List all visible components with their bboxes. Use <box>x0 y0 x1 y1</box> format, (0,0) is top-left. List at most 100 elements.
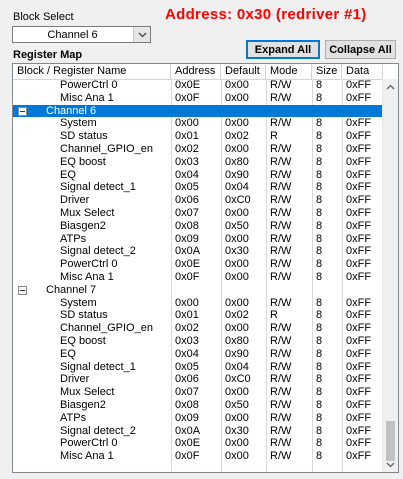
table-row[interactable]: System 0x00 0x00 R/W 8 0xFF <box>13 117 383 130</box>
table-row[interactable]: SD status 0x01 0x02 R 8 0xFF <box>13 309 383 322</box>
vertical-scrollbar[interactable] <box>382 79 398 472</box>
arrow-up-icon[interactable] <box>383 79 398 94</box>
column-header-address[interactable]: Address <box>171 64 221 79</box>
table-row[interactable]: Mux Select 0x07 0x00 R/W 8 0xFF <box>13 207 383 220</box>
register-data: 0xFF <box>346 270 372 283</box>
register-address: 0x05 <box>175 360 199 373</box>
table-row[interactable]: PowerCtrl 0 0x0E 0x00 R/W 8 0xFF <box>13 437 383 450</box>
table-row[interactable]: Signal detect_2 0x0A 0x30 R/W 8 0xFF <box>13 425 383 438</box>
table-row[interactable]: Driver 0x06 0xC0 R/W 8 0xFF <box>13 373 383 386</box>
register-mode: R/W <box>270 424 292 437</box>
table-row[interactable]: SD status 0x01 0x02 R 8 0xFF <box>13 130 383 143</box>
register-data: 0xFF <box>346 437 372 450</box>
register-default: 0xC0 <box>225 373 251 386</box>
register-map-label: Register Map <box>13 49 83 61</box>
block-select-dropdown[interactable]: Channel 6 <box>12 26 151 43</box>
register-size: 8 <box>316 322 323 335</box>
table-row[interactable]: Signal detect_1 0x05 0x04 R/W 8 0xFF <box>13 361 383 374</box>
register-name: SD status <box>60 130 108 143</box>
register-size: 8 <box>316 386 323 399</box>
table-row[interactable]: ATPs 0x09 0x00 R/W 8 0xFF <box>13 233 383 246</box>
table-row[interactable]: Biasgen2 0x08 0x50 R/W 8 0xFF <box>13 220 383 233</box>
register-data: 0xFF <box>346 398 372 411</box>
register-tree-view[interactable]: Block / Register Name Address Default Mo… <box>12 63 399 473</box>
tree-group-row[interactable]: Channel 6 <box>13 104 383 118</box>
collapse-all-button[interactable]: Collapse All <box>325 40 396 59</box>
register-default: 0x00 <box>225 450 249 463</box>
register-mode: R/W <box>270 296 292 309</box>
register-default: 0x80 <box>225 334 249 347</box>
register-data: 0xFF <box>346 181 372 194</box>
register-mode: R <box>270 309 278 322</box>
register-name: EQ boost <box>60 334 106 347</box>
table-row[interactable]: EQ boost 0x03 0x80 R/W 8 0xFF <box>13 335 383 348</box>
register-default: 0x00 <box>225 322 249 335</box>
table-row[interactable]: Channel_GPIO_en 0x02 0x00 R/W 8 0xFF <box>13 322 383 335</box>
register-name: Signal detect_1 <box>60 181 136 194</box>
register-size: 8 <box>316 181 323 194</box>
register-data: 0xFF <box>346 334 372 347</box>
column-header-size[interactable]: Size <box>312 64 342 79</box>
register-size: 8 <box>316 450 323 463</box>
table-row[interactable]: Signal detect_2 0x0A 0x30 R/W 8 0xFF <box>13 245 383 258</box>
register-default: 0x90 <box>225 347 249 360</box>
table-row[interactable]: Driver 0x06 0xC0 R/W 8 0xFF <box>13 194 383 207</box>
register-data: 0xFF <box>346 168 372 181</box>
table-row[interactable]: EQ boost 0x03 0x80 R/W 8 0xFF <box>13 156 383 169</box>
column-header-default[interactable]: Default <box>221 64 266 79</box>
table-row[interactable]: Mux Select 0x07 0x00 R/W 8 0xFF <box>13 386 383 399</box>
register-address: 0x01 <box>175 309 199 322</box>
table-row[interactable]: Signal detect_1 0x05 0x04 R/W 8 0xFF <box>13 181 383 194</box>
register-address: 0x0E <box>175 437 201 450</box>
register-data: 0xFF <box>346 206 372 219</box>
table-row[interactable]: ATPs 0x09 0x00 R/W 8 0xFF <box>13 412 383 425</box>
register-mode: R <box>270 130 278 143</box>
register-size: 8 <box>316 411 323 424</box>
register-size: 8 <box>316 91 323 104</box>
register-size: 8 <box>316 206 323 219</box>
register-address: 0x03 <box>175 155 199 168</box>
register-mode: R/W <box>270 322 292 335</box>
table-row[interactable]: Misc Ana 1 0x0F 0x00 R/W 8 0xFF <box>13 92 383 105</box>
register-address: 0x06 <box>175 373 199 386</box>
register-address: 0x05 <box>175 181 199 194</box>
minus-box-icon[interactable] <box>18 106 27 116</box>
table-row[interactable]: Channel_GPIO_en 0x02 0x00 R/W 8 0xFF <box>13 143 383 156</box>
scrollbar-thumb[interactable] <box>386 421 395 461</box>
chevron-down-icon[interactable] <box>133 27 150 42</box>
minus-box-icon[interactable] <box>18 285 27 295</box>
table-row[interactable]: Misc Ana 1 0x0F 0x00 R/W 8 0xFF <box>13 450 383 463</box>
register-data: 0xFF <box>346 130 372 143</box>
register-mode: R/W <box>270 347 292 360</box>
register-name: EQ <box>60 168 76 181</box>
register-default: 0x04 <box>225 360 249 373</box>
register-name: Driver <box>60 194 90 207</box>
column-header-data[interactable]: Data <box>342 64 383 79</box>
register-size: 8 <box>316 258 323 271</box>
column-header-mode[interactable]: Mode <box>266 64 312 79</box>
register-address: 0x01 <box>175 130 199 143</box>
register-size: 8 <box>316 117 323 130</box>
table-row[interactable]: EQ 0x04 0x90 R/W 8 0xFF <box>13 348 383 361</box>
register-address: 0x0F <box>175 450 200 463</box>
register-default: 0x04 <box>225 181 249 194</box>
register-data: 0xFF <box>346 386 372 399</box>
register-default: 0x00 <box>225 270 249 283</box>
expand-all-button[interactable]: Expand All <box>246 40 320 59</box>
table-row[interactable]: System 0x00 0x00 R/W 8 0xFF <box>13 297 383 310</box>
register-mode: R/W <box>270 219 292 232</box>
arrow-down-icon[interactable] <box>383 457 398 472</box>
register-data: 0xFF <box>346 450 372 463</box>
register-default: 0x00 <box>225 232 249 245</box>
group-name: Channel 6 <box>46 104 97 117</box>
register-data: 0xFF <box>346 347 372 360</box>
table-row[interactable]: PowerCtrl 0 0x0E 0x00 R/W 8 0xFF <box>13 258 383 271</box>
table-row[interactable]: Biasgen2 0x08 0x50 R/W 8 0xFF <box>13 399 383 412</box>
register-default: 0x00 <box>225 79 249 91</box>
table-row[interactable]: EQ 0x04 0x90 R/W 8 0xFF <box>13 169 383 182</box>
column-header-name[interactable]: Block / Register Name <box>13 64 171 79</box>
table-row[interactable]: Misc Ana 1 0x0F 0x00 R/W 8 0xFF <box>13 271 383 284</box>
register-address: 0x04 <box>175 168 199 181</box>
table-row[interactable]: PowerCtrl 0 0x0E 0x00 R/W 8 0xFF <box>13 79 383 92</box>
tree-group-row[interactable]: Channel 7 <box>13 284 383 297</box>
